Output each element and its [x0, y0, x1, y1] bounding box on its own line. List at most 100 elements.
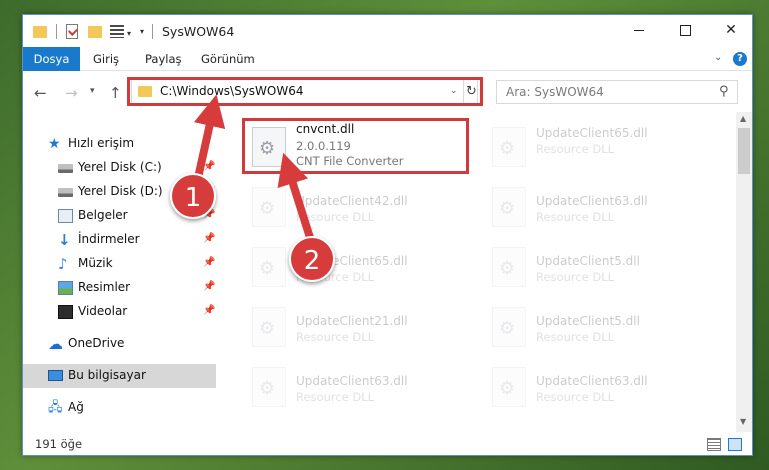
sidebar-item-onedrive[interactable]: ☁ OneDrive — [23, 332, 216, 356]
file-name: UpdateClient42.dll — [296, 194, 408, 208]
sidebar-item-label: Belgeler — [78, 208, 128, 222]
file-description: Resource DLL — [536, 390, 615, 404]
file-item[interactable]: UpdateClient63.dll Resource DLL — [484, 180, 714, 236]
status-bar: 191 öğe — [23, 432, 752, 455]
dll-file-icon — [252, 187, 286, 227]
file-name: UpdateClient5.dll — [536, 254, 640, 268]
file-item[interactable]: UpdateClient65.dll Resource DLL — [484, 120, 714, 176]
expand-ribbon-icon[interactable]: ⌄ — [714, 52, 722, 63]
disk-icon — [58, 188, 73, 197]
step-badge-2: 2 — [289, 236, 335, 282]
details-view-icon[interactable] — [707, 438, 721, 451]
separator — [56, 24, 57, 39]
address-highlight-box — [127, 77, 483, 106]
search-icon[interactable]: ⚲ — [719, 84, 729, 99]
dll-file-icon — [252, 367, 286, 407]
network-icon: 🖧 — [48, 400, 63, 415]
separator — [152, 24, 153, 39]
sidebar-item-videos[interactable]: Videolar 📌 — [23, 300, 216, 324]
recent-locations-button[interactable]: ▾ — [90, 86, 95, 96]
title-bar: ▾ ▾ SysWOW64 ✕ — [23, 15, 752, 47]
back-button[interactable]: ← — [34, 84, 47, 102]
sidebar-item-quick-access[interactable]: ★ Hızlı erişim — [23, 132, 216, 156]
music-icon: ♪ — [58, 255, 68, 273]
sidebar-item-label: Resimler — [78, 280, 131, 294]
close-button[interactable]: ✕ — [708, 15, 752, 45]
pin-icon: 📌 — [203, 305, 216, 316]
up-button[interactable]: ↑ — [109, 84, 122, 102]
file-description: Resource DLL — [536, 330, 615, 344]
search-input[interactable]: Ara: SysWOW64 ⚲ — [496, 80, 738, 104]
minimize-button[interactable] — [616, 15, 662, 45]
sidebar-item-network[interactable]: 🖧 Ağ — [23, 396, 216, 420]
item-count: 191 öğe — [35, 437, 83, 451]
file-item[interactable]: UpdateClient63.dll Resource DLL — [244, 360, 474, 416]
sidebar-item-this-pc[interactable]: Bu bilgisayar — [23, 364, 216, 388]
dll-file-icon — [492, 307, 526, 347]
tab-view[interactable]: Görünüm — [201, 47, 255, 71]
scroll-up-arrow-icon[interactable]: ▲ — [740, 114, 746, 123]
scroll-down-arrow-icon[interactable]: ▼ — [740, 417, 746, 426]
search-placeholder: Ara: SysWOW64 — [506, 85, 604, 99]
file-name: UpdateClient63.dll — [296, 374, 408, 388]
sidebar-item-label: Yerel Disk (C:) — [78, 160, 162, 174]
file-name: UpdateClient65.dll — [536, 126, 648, 140]
file-highlight-box — [242, 118, 469, 174]
cloud-icon: ☁ — [48, 335, 63, 353]
sidebar-item-label: Hızlı erişim — [68, 136, 135, 150]
dll-file-icon — [492, 127, 526, 167]
file-name: UpdateClient5.dll — [536, 314, 640, 328]
properties-icon[interactable] — [66, 24, 78, 39]
disk-icon — [58, 164, 73, 173]
sidebar-item-label: Bu bilgisayar — [68, 368, 146, 382]
help-icon[interactable]: ? — [733, 52, 747, 66]
scroll-thumb[interactable] — [738, 128, 750, 174]
file-description: Resource DLL — [296, 390, 375, 404]
step-badge-1: 1 — [170, 173, 216, 219]
sidebar-item-label: OneDrive — [68, 336, 125, 350]
vertical-scrollbar[interactable]: ▲ ▼ — [736, 112, 752, 432]
navigation-bar: ← → ▾ ↑ C:\Windows\SysWOW64 ⌄ ↻ Ara: Sys… — [23, 72, 752, 112]
file-description: Resource DLL — [296, 330, 375, 344]
ribbon: Dosya Giriş Paylaş Görünüm ⌄ ? — [23, 47, 752, 71]
new-folder-icon[interactable] — [88, 26, 102, 38]
star-icon: ★ — [48, 136, 61, 152]
file-name: UpdateClient21.dll — [296, 314, 408, 328]
file-item[interactable]: UpdateClient5.dll Resource DLL — [484, 300, 714, 356]
sidebar-item-label: Yerel Disk (D:) — [78, 184, 163, 198]
forward-button[interactable]: → — [65, 84, 78, 102]
file-item[interactable]: UpdateClient63.dll Resource DLL — [484, 360, 714, 416]
dll-file-icon — [252, 247, 286, 287]
file-item[interactable]: UpdateClient21.dll Resource DLL — [244, 300, 474, 356]
file-item[interactable]: UpdateClient5.dll Resource DLL — [484, 240, 714, 296]
pin-icon: 📌 — [203, 257, 216, 268]
file-item[interactable]: UpdateClient42.dll Resource DLL — [244, 180, 474, 236]
sidebar-item-label: Ağ — [68, 400, 84, 414]
file-description: Resource DLL — [536, 210, 615, 224]
file-name: UpdateClient63.dll — [536, 194, 648, 208]
dll-file-icon — [252, 307, 286, 347]
sidebar-item-label: Müzik — [78, 256, 113, 270]
window-title: SysWOW64 — [162, 24, 235, 39]
sidebar-item-pictures[interactable]: Resimler 📌 — [23, 276, 216, 300]
large-icons-view-icon[interactable] — [728, 438, 742, 451]
file-item[interactable]: UpdateClient65.dll Resource DLL — [244, 240, 474, 296]
tab-file[interactable]: Dosya — [23, 47, 80, 71]
documents-icon — [58, 209, 73, 223]
tab-home[interactable]: Giriş — [93, 47, 119, 71]
view-icon[interactable] — [110, 25, 124, 38]
dll-file-icon — [492, 367, 526, 407]
folder-icon — [33, 26, 47, 38]
customize-toolbar-icon[interactable]: ▾ — [140, 27, 144, 36]
pictures-icon — [58, 281, 73, 295]
sidebar-item-label: İndirmeler — [78, 232, 140, 246]
sidebar-item-label: Videolar — [78, 304, 128, 318]
maximize-button[interactable] — [662, 15, 708, 45]
computer-icon — [48, 370, 63, 381]
tab-share[interactable]: Paylaş — [145, 47, 182, 71]
file-description: Resource DLL — [536, 142, 615, 156]
sidebar-item-downloads[interactable]: ↓ İndirmeler 📌 — [23, 228, 216, 252]
sidebar-item-music[interactable]: ♪ Müzik 📌 — [23, 252, 216, 276]
explorer-window: ▾ ▾ SysWOW64 ✕ Dosya Giriş Paylaş Görünü… — [22, 14, 753, 456]
chevron-down-icon[interactable]: ▾ — [127, 29, 131, 38]
